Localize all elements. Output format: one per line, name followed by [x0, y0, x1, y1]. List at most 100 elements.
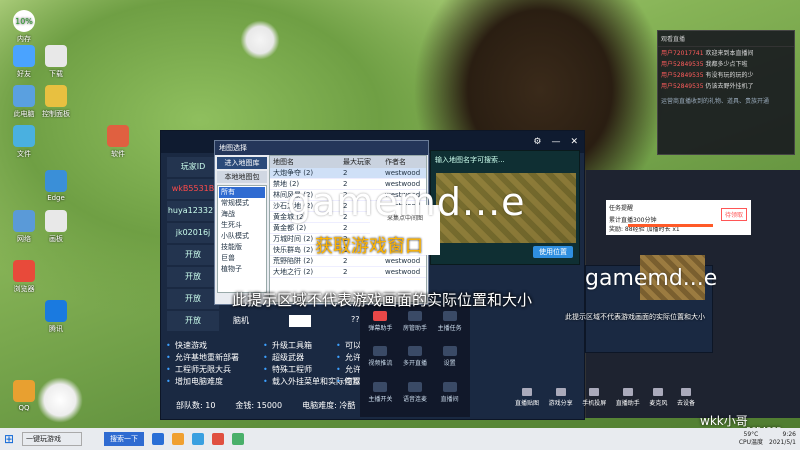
taskbar-search[interactable]: 一键玩游戏: [22, 432, 82, 446]
chat-message: 用户72017741 欢迎来到本直播间: [658, 47, 794, 58]
stream-tool-button[interactable]: 主播开关: [364, 380, 397, 413]
table-row[interactable]: 大炮争夺 (2) 2 westwood: [270, 168, 426, 179]
player-slot[interactable]: wkB5531B: [167, 179, 219, 199]
tool-label: 语音连麦: [402, 395, 427, 403]
author-cell: westwood: [385, 169, 421, 177]
player-slot[interactable]: huya123321: [167, 201, 219, 221]
stream-tool-button[interactable]: 房管助手: [399, 309, 432, 342]
toolbar-button[interactable]: 直播贴图: [515, 388, 539, 418]
preview-search-hint[interactable]: 输入地图名字可搜索...: [431, 151, 579, 169]
tool-label: 主播开关: [368, 395, 393, 403]
team-count: 部队数: 10: [176, 401, 216, 410]
category-item[interactable]: 海战: [219, 209, 265, 220]
desktop-icon[interactable]: 浏览器: [6, 260, 42, 294]
col-max-players[interactable]: 最大玩家: [340, 156, 382, 168]
clock-time: 9:26: [782, 431, 796, 438]
stream-tool-button[interactable]: 弹幕助手: [364, 309, 397, 342]
desktop-icon[interactable]: 10% 内存: [6, 10, 42, 44]
stream-tool-button[interactable]: 直播间: [433, 380, 466, 413]
category-item[interactable]: 常规模式: [219, 198, 265, 209]
tool-label: 弹幕助手: [368, 325, 393, 332]
system-clock[interactable]: 9:26 2021/5/1: [769, 431, 796, 447]
minimize-button[interactable]: —: [551, 137, 560, 147]
tool-icon: [373, 346, 388, 357]
col-author[interactable]: 作者名: [382, 156, 426, 168]
claim-button[interactable]: 待领取: [720, 208, 747, 221]
close-button[interactable]: ✕: [570, 137, 578, 147]
app-icon: [45, 45, 67, 67]
app-icon: [45, 300, 67, 322]
toolbar-label: 麦克风: [649, 400, 668, 407]
chat-message: 用户52849535 我都多少点下啦: [658, 58, 794, 69]
open-slot[interactable]: 开放: [167, 289, 219, 309]
table-header: 地图名 最大玩家 作者名: [270, 156, 426, 168]
open-slot[interactable]: 开放: [167, 267, 219, 287]
stream-tool-button[interactable]: 多开直播: [399, 344, 432, 377]
taskbar: ⊞ 一键玩游戏 搜索一下 59°C CPU温度 9:26 2021/5/1: [0, 428, 800, 450]
tool-icon: [442, 381, 457, 392]
windows-start-icon[interactable]: ⊞: [0, 432, 18, 446]
taskbar-app-icon[interactable]: [152, 433, 164, 445]
open-slot[interactable]: 开放: [167, 311, 219, 331]
color-swatch[interactable]: [289, 315, 311, 327]
chat-user[interactable]: 用户72017741: [661, 50, 705, 57]
stream-tool-button[interactable]: 语音连麦: [399, 380, 432, 413]
desktop-icon[interactable]: Edge: [38, 170, 74, 202]
desktop-icon[interactable]: 软件: [100, 125, 136, 159]
table-row[interactable]: 大地之行 (2) 2 westwood: [270, 267, 426, 278]
category-item[interactable]: 所有: [219, 187, 265, 198]
difficulty-value: 电脑难度: 冷酷: [302, 401, 356, 410]
app-icon: [13, 125, 35, 147]
player-slot[interactable]: jk02016j: [167, 223, 219, 243]
category-item[interactable]: 生死斗: [219, 220, 265, 231]
toolbar-button[interactable]: 游戏分享: [549, 388, 573, 418]
chat-user[interactable]: 用户52849535: [661, 72, 705, 79]
desktop-icon[interactable]: 文件: [6, 125, 42, 159]
stream-tool-button[interactable]: 主播任务: [433, 309, 466, 342]
desktop-icon[interactable]: 下载: [38, 45, 74, 79]
streamer-signature: wkk小哥: [700, 414, 748, 428]
taskbar-app-icon[interactable]: [192, 433, 204, 445]
desktop-icon[interactable]: 好友: [6, 45, 42, 79]
category-item[interactable]: 巨兽: [219, 253, 265, 264]
app-icon: [45, 85, 67, 107]
tab-local-maps[interactable]: 本地地图包: [217, 171, 267, 183]
player-slots: 玩家ID wkB5531B huya123321 jk02016j 开放 开放 …: [167, 157, 219, 333]
chat-user[interactable]: 用户52849535: [661, 83, 705, 90]
taskbar-app-icon[interactable]: [212, 433, 224, 445]
desktop-icon[interactable]: 此电脑: [6, 85, 42, 119]
desktop-icon-label: 下载: [49, 70, 63, 78]
toolbar-label: 直播助手: [615, 400, 640, 407]
tool-label: 视频推流: [368, 360, 393, 368]
toolbar-button[interactable]: 手机投屏: [582, 388, 606, 418]
tool-icon: [442, 311, 457, 321]
capture-window-label: 获取游戏窗口: [315, 236, 423, 257]
taskbar-task[interactable]: 搜索一下: [104, 432, 144, 446]
ai-slot[interactable]: 脑机 ??: [233, 315, 360, 327]
desktop-icon[interactable]: 腾讯: [38, 300, 74, 334]
taskbar-app-icon[interactable]: [172, 433, 184, 445]
chat-user[interactable]: 用户52849535: [661, 61, 705, 68]
toolbar-button[interactable]: 直播助手: [616, 388, 640, 418]
desktop-icon[interactable]: 画板: [38, 210, 74, 244]
toolbar-button[interactable]: 麦克风: [649, 388, 667, 418]
category-item[interactable]: 技能版: [219, 242, 265, 253]
stream-tool-button[interactable]: 设置: [433, 344, 466, 377]
tool-label: 直播间: [440, 395, 459, 403]
category-item[interactable]: 小队模式: [219, 231, 265, 242]
open-slot[interactable]: 开放: [167, 245, 219, 265]
team-value: ??: [351, 315, 360, 324]
toolbar-icon: [622, 388, 633, 396]
stream-tool-button[interactable]: 视频推流: [364, 344, 397, 377]
category-item[interactable]: 植物子: [219, 264, 265, 275]
desktop-icon[interactable]: 控制面板: [38, 85, 74, 119]
settings-icon[interactable]: ⚙: [533, 137, 541, 147]
toolbar-button[interactable]: 去设备: [677, 388, 695, 418]
col-map-name[interactable]: 地图名: [270, 156, 340, 168]
desktop-icon[interactable]: QQ: [6, 380, 42, 412]
tool-icon: [442, 346, 457, 357]
use-position-button[interactable]: 使用位置: [533, 246, 573, 258]
taskbar-app-icon[interactable]: [232, 433, 244, 445]
tab-map-library[interactable]: 进入地图库: [217, 157, 267, 169]
desktop-icon[interactable]: 网络: [6, 210, 42, 244]
